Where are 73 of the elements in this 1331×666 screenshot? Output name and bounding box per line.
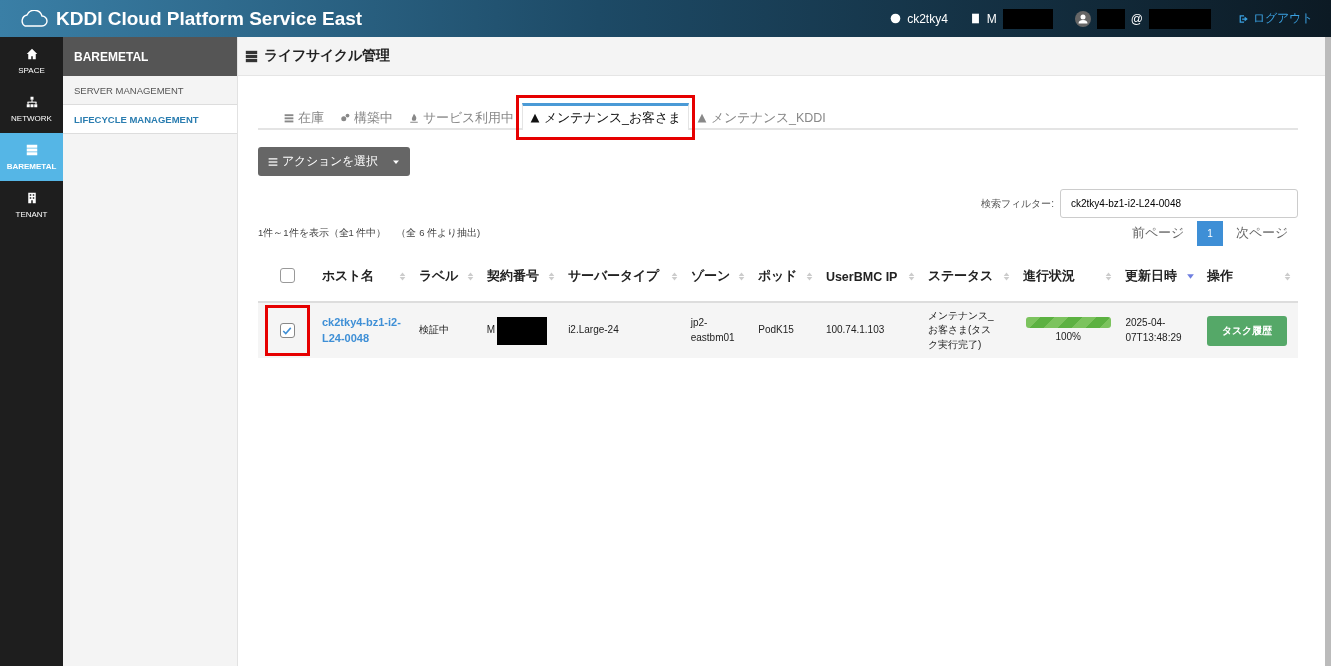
column-header[interactable]: UserBMC IP	[825, 269, 898, 284]
prev-page-link[interactable]: 前ページ	[1132, 225, 1184, 242]
sort-icon[interactable]	[398, 272, 408, 281]
column-header[interactable]: ホスト名	[322, 268, 374, 285]
column-header[interactable]: 更新日時	[1125, 268, 1178, 285]
nav-item[interactable]: NETWORK	[0, 85, 63, 133]
column-header[interactable]: サーバータイプ	[568, 268, 660, 285]
table-cell-text: 検証中	[419, 323, 451, 338]
column-header[interactable]: ポッド	[758, 268, 798, 285]
app-title: KDDI Cloud Platform Service East	[56, 7, 363, 30]
building-icon	[969, 13, 981, 24]
sort-icon[interactable]	[1104, 272, 1114, 281]
cloud-icon	[18, 9, 48, 28]
table-cell-text: PodK15	[758, 323, 795, 338]
column-header[interactable]: ラベル	[419, 268, 459, 285]
nav-item[interactable]: SPACE	[0, 37, 63, 85]
search-label: 検索フィルター:	[981, 196, 1054, 211]
column-header[interactable]: 契約番号	[486, 268, 539, 285]
sort-icon[interactable]	[804, 272, 814, 281]
redaction-block	[1149, 8, 1211, 29]
sort-icon[interactable]	[547, 272, 557, 281]
page-title: ライフサイクル管理	[264, 47, 390, 65]
menu-icon	[268, 156, 278, 167]
table-cell: M	[486, 323, 496, 338]
table-cell-text: i2.Large-24	[568, 323, 620, 338]
nav-item[interactable]: TENANT	[0, 181, 63, 229]
column-header[interactable]: ゾーン	[690, 268, 730, 285]
at-sign: @	[1130, 11, 1143, 26]
next-page-link[interactable]: 次ページ	[1236, 225, 1288, 242]
server-icon	[25, 143, 38, 156]
sort-desc-icon[interactable]	[1185, 272, 1195, 281]
sort-icon[interactable]	[737, 272, 747, 281]
home-icon	[25, 47, 38, 60]
building-icon	[25, 191, 38, 204]
space-name: ck2tky4	[907, 11, 948, 26]
column-header[interactable]: 操作	[1206, 268, 1233, 285]
warning-icon	[696, 113, 707, 123]
progress-reading: 100%	[1055, 329, 1081, 344]
column-header[interactable]: ステータス	[927, 268, 993, 285]
tab[interactable]: メンテナンス_KDDI	[688, 103, 834, 130]
user-avatar-icon	[1074, 10, 1091, 27]
tab[interactable]: サービス利用中	[401, 103, 522, 130]
sort-icon[interactable]	[669, 272, 679, 281]
sort-icon[interactable]	[1283, 272, 1292, 281]
redaction-block	[1002, 8, 1053, 29]
action-select-button[interactable]: アクションを選択	[258, 147, 410, 176]
table-cell-text: メンテナンス_お客さま(タスク実行完了)	[927, 308, 995, 352]
network-icon	[25, 95, 38, 108]
result-summary: 1件～1件を表示（全1 件中） （全 6 件より抽出)	[258, 227, 481, 240]
logout-icon	[1239, 13, 1249, 24]
tab[interactable]: 在庫	[276, 103, 332, 130]
sort-icon[interactable]	[465, 272, 475, 281]
table-cell-text: 100.74.1.103	[825, 323, 886, 338]
sidebar-item[interactable]: LIFECYCLE MANAGEMENT	[63, 105, 237, 134]
table-cell-text: 2025-04-07T13:48:29	[1125, 316, 1183, 345]
row-checkbox[interactable]	[279, 323, 295, 338]
list-icon	[284, 113, 294, 123]
table-cell-text: jp2-eastbm01	[690, 316, 736, 345]
tab[interactable]: 構築中	[332, 103, 401, 130]
column-header[interactable]: 進行状況	[1022, 268, 1075, 285]
warning-icon	[530, 113, 540, 123]
sidebar-title: BAREMETAL	[63, 37, 237, 76]
tab[interactable]: メンテナンス_お客さま	[522, 103, 689, 130]
select-all-checkbox[interactable]	[279, 267, 295, 283]
sort-icon[interactable]	[906, 272, 916, 281]
redaction-block	[497, 316, 548, 345]
tenant-name: M	[986, 11, 997, 26]
check-icon	[282, 325, 292, 336]
search-field[interactable]: ck2tky4-bz1-i2-L24-0048	[1060, 189, 1298, 218]
logout-link[interactable]: ログアウト	[1239, 10, 1313, 27]
redaction-block	[1096, 8, 1125, 29]
server-icon	[245, 49, 258, 63]
sort-icon[interactable]	[1001, 272, 1011, 281]
